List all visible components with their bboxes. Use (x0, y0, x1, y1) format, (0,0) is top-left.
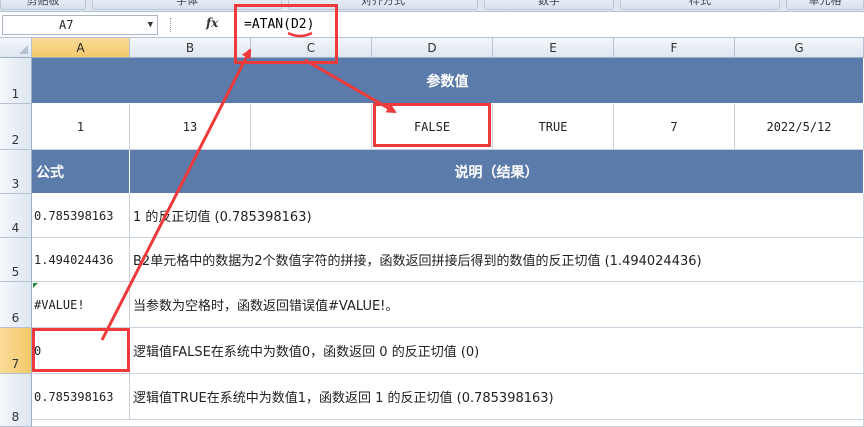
row-header-2[interactable]: 2 (0, 104, 32, 150)
cell-b3-description-header[interactable]: 说明（结果） (130, 150, 864, 194)
cell-b4-description[interactable]: 1 的反正切值 (0.785398163) (130, 194, 864, 238)
error-indicator-icon (33, 283, 38, 288)
ribbon-group-cells[interactable]: 单元格 (786, 0, 864, 10)
ribbon-group-clipboard[interactable]: 剪贴板 (0, 0, 86, 10)
column-header-e[interactable]: E (493, 38, 614, 58)
ribbon-group-font[interactable]: 字体 (92, 0, 282, 10)
row-number-7: 7 (11, 357, 20, 371)
cell-a4[interactable]: 0.785398163 (32, 194, 130, 238)
row-header-6[interactable]: 6 (0, 282, 32, 328)
cell-b2[interactable]: 13 (130, 104, 251, 150)
cell-a5[interactable]: 1.494024436 (32, 238, 130, 282)
cell-a8[interactable]: 0.785398163 (32, 374, 130, 420)
row-number-6: 6 (11, 311, 20, 325)
formula-input[interactable]: =ATAN(D2) (244, 15, 314, 35)
cell-e2[interactable]: TRUE (493, 104, 614, 150)
formula-bar: A7 ▼ fx =ATAN(D2) (0, 12, 864, 38)
cell-a1-parameter-title[interactable]: 参数值 (32, 58, 864, 104)
cell-g2[interactable]: 2022/5/12 (735, 104, 864, 150)
row-number-5: 5 (11, 265, 20, 279)
select-all-corner[interactable] (0, 38, 32, 58)
column-header-d[interactable]: D (372, 38, 493, 58)
row-number-2: 2 (11, 133, 20, 147)
row-number-3: 3 (11, 177, 20, 191)
name-box-value: A7 (59, 18, 74, 32)
row-header-1[interactable]: 1 (0, 58, 32, 104)
insert-function-icon[interactable]: fx (206, 16, 218, 30)
column-header-g[interactable]: G (735, 38, 864, 58)
row-number-1: 1 (11, 87, 20, 101)
cell-a7[interactable]: 0 (32, 328, 130, 374)
ribbon-group-styles[interactable]: 样式 (620, 0, 780, 10)
fx-area: fx (170, 15, 230, 35)
cell-a6[interactable]: #VALUE! (32, 282, 130, 328)
formula-bar-separator[interactable] (170, 18, 172, 32)
row-number-4: 4 (11, 221, 20, 235)
name-box[interactable]: A7 ▼ (2, 15, 158, 35)
row-header-4[interactable]: 4 (0, 194, 32, 238)
row-9-partial[interactable] (32, 420, 864, 427)
ribbon-group-number[interactable]: 数字 (484, 0, 614, 10)
ribbon-group-alignment[interactable]: 对齐方式 (288, 0, 478, 10)
cell-c2[interactable] (251, 104, 372, 150)
name-box-dropdown-icon[interactable]: ▼ (148, 16, 153, 34)
cell-b5-description[interactable]: B2单元格中的数据为2个数值字符的拼接，函数返回拼接后得到的数值的反正切值 (1… (130, 238, 864, 282)
column-header-a[interactable]: A (32, 38, 130, 58)
cell-b8-description[interactable]: 逻辑值TRUE在系统中为数值1，函数返回 1 的反正切值 (0.78539816… (130, 374, 864, 420)
column-header-b[interactable]: B (130, 38, 251, 58)
column-header-f[interactable]: F (614, 38, 735, 58)
row-header-5[interactable]: 5 (0, 238, 32, 282)
select-all-triangle-icon (19, 45, 28, 54)
ribbon-group-bar: 剪贴板 字体 对齐方式 数字 样式 单元格 (0, 0, 864, 12)
cell-d2[interactable]: FALSE (372, 104, 493, 150)
row-header-3[interactable]: 3 (0, 150, 32, 194)
row-header-7[interactable]: 7 (0, 328, 32, 374)
cell-f2[interactable]: 7 (614, 104, 735, 150)
cell-a2[interactable]: 1 (32, 104, 130, 150)
cell-a3-formula-header[interactable]: 公式 (32, 150, 130, 194)
cell-b6-description[interactable]: 当参数为空格时，函数返回错误值#VALUE!。 (130, 282, 864, 328)
column-header-c[interactable]: C (251, 38, 372, 58)
row-header-8[interactable]: 8 (0, 374, 32, 427)
row-number-8: 8 (11, 410, 20, 424)
cell-b7-description[interactable]: 逻辑值FALSE在系统中为数值0，函数返回 0 的反正切值 (0) (130, 328, 864, 374)
